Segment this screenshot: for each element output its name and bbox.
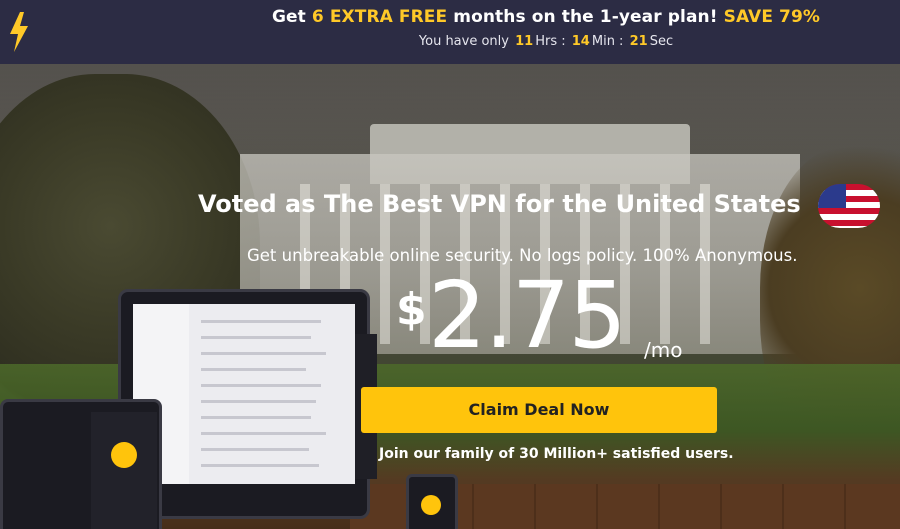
hero-headline: Voted as The Best VPN for the United Sta… [198,190,801,218]
price-period: /mo [644,338,683,362]
claim-deal-button[interactable]: Claim Deal Now [361,387,717,433]
timer-minutes: 14 [571,34,590,49]
promo-save: SAVE 79% [723,7,821,27]
promo-extra: 6 EXTRA FREE [311,7,448,27]
vpn-logo-icon [421,495,441,515]
price-amount: 2.75 [428,262,627,369]
promo-headline: Get 6 EXTRA FREE months on the 1-year pl… [271,7,821,27]
timer-hours: 11 [515,34,534,49]
timer-seconds: 21 [629,34,648,49]
us-flag-icon [818,184,880,228]
tablet-app-mockup [0,399,162,529]
countdown-timer: You have only 11 Hrs : 14 Min : 21 Sec [418,34,674,49]
social-proof-text: Join our family of 30 Million+ satisfied… [379,446,734,462]
vpn-logo-icon [111,442,137,468]
price-currency: $ [396,284,427,335]
hero-section: Voted as The Best VPN for the United Sta… [0,64,900,529]
promo-bar: Get 6 EXTRA FREE months on the 1-year pl… [0,0,900,64]
phone-app-mockup [406,474,458,529]
